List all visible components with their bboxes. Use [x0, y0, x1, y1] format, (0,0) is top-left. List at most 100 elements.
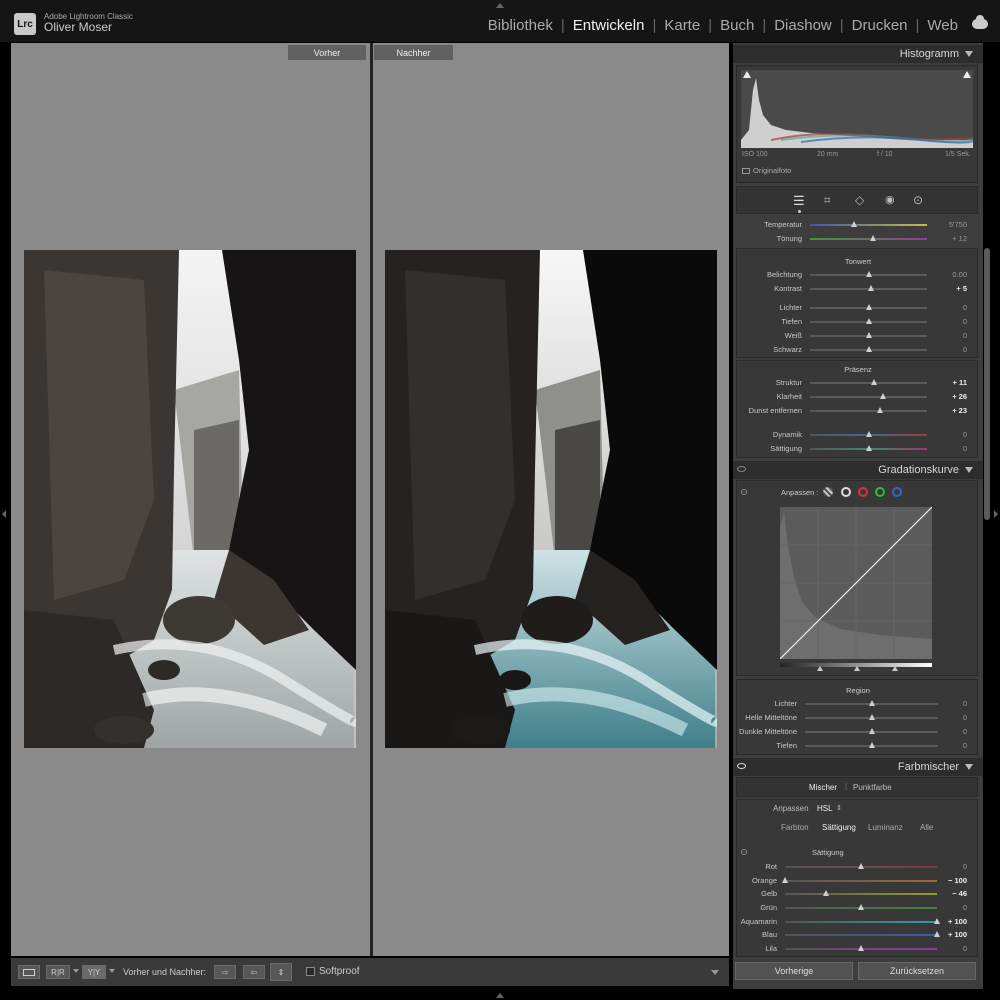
slider-value[interactable]: 0 [937, 444, 967, 453]
slider-thumb[interactable] [871, 379, 878, 385]
slider-value[interactable]: 0 [937, 430, 967, 439]
slider-value[interactable]: 0 [937, 713, 967, 722]
slider-thumb[interactable] [865, 431, 872, 437]
target-adjust-icon[interactable] [741, 489, 747, 495]
red-channel-icon[interactable] [858, 487, 868, 497]
slider-value[interactable]: + 5 [937, 284, 967, 293]
slider-thumb[interactable] [865, 346, 872, 352]
hsl-subtab-3[interactable]: Alle [920, 823, 933, 832]
slider-track[interactable] [810, 410, 927, 412]
panel-scrollbar[interactable] [984, 248, 990, 520]
slider-value[interactable]: 0 [937, 345, 967, 354]
slider-value[interactable]: 0 [937, 903, 967, 912]
chevron-down-icon[interactable] [73, 969, 79, 973]
visibility-eye-icon[interactable] [737, 763, 746, 769]
right-panel-toggle-icon[interactable] [994, 510, 998, 518]
tab-point-color[interactable]: Punktfarbe [853, 783, 892, 792]
slider-thumb[interactable] [868, 742, 875, 748]
original-photo-checkbox[interactable] [742, 168, 750, 174]
bottom-panel-toggle-icon[interactable] [496, 993, 504, 998]
split-handle-icon[interactable] [817, 666, 823, 671]
split-handle-icon[interactable] [892, 666, 898, 671]
reset-button[interactable]: Zurücksetzen [858, 962, 976, 980]
slider-value[interactable]: + 11 [937, 378, 967, 387]
slider-value[interactable]: 0 [937, 944, 967, 953]
view-yy-button[interactable]: Y|Y [82, 965, 106, 979]
slider-value[interactable]: 5'750 [937, 220, 967, 229]
loupe-view-button[interactable] [18, 965, 40, 979]
slider-thumb[interactable] [865, 445, 872, 451]
slider-value[interactable]: + 100 [937, 930, 967, 939]
green-channel-icon[interactable] [875, 487, 885, 497]
hsl-subtab-2[interactable]: Luminanz [868, 823, 903, 832]
histogram-header[interactable]: Histogramm [733, 45, 983, 63]
slider-thumb[interactable] [870, 235, 877, 241]
softproof-checkbox[interactable] [306, 967, 315, 976]
slider-track[interactable] [785, 880, 937, 882]
swap-button[interactable]: ⇕ [270, 963, 292, 981]
target-adjust-icon[interactable] [741, 849, 747, 855]
slider-thumb[interactable] [782, 877, 788, 883]
mixer-header[interactable]: Farbmischer [733, 758, 983, 776]
eye-icon[interactable]: ◉ [885, 193, 895, 206]
slider-value[interactable]: 0 [937, 741, 967, 750]
slider-track[interactable] [810, 396, 927, 398]
parametric-curve-icon[interactable] [823, 487, 833, 497]
split-handle-icon[interactable] [854, 666, 860, 671]
slider-thumb[interactable] [868, 714, 875, 720]
slider-value[interactable]: + 12 [937, 234, 967, 243]
hsl-select[interactable]: HSL [817, 804, 833, 813]
module-0[interactable]: Bibliothek [480, 17, 561, 34]
module-5[interactable]: Drucken [844, 17, 916, 34]
module-6[interactable]: Web [919, 17, 966, 34]
toolbar-menu-chevron-icon[interactable] [711, 970, 719, 975]
slider-value[interactable]: + 23 [937, 406, 967, 415]
slider-thumb[interactable] [858, 945, 864, 951]
module-3[interactable]: Buch [712, 17, 762, 34]
cloud-icon[interactable] [972, 15, 988, 29]
chevron-updown-icon[interactable]: ⇕ [836, 804, 842, 812]
collapse-arrow-icon[interactable] [965, 51, 973, 57]
module-1[interactable]: Entwickeln [565, 17, 653, 34]
previous-button[interactable]: Vorherige [735, 962, 853, 980]
left-panel-toggle-icon[interactable] [2, 510, 6, 518]
slider-value[interactable]: + 100 [937, 917, 967, 926]
slider-track[interactable] [810, 238, 927, 240]
blue-channel-icon[interactable] [892, 487, 902, 497]
module-4[interactable]: Diashow [766, 17, 840, 34]
slider-track[interactable] [785, 893, 937, 895]
slider-thumb[interactable] [865, 332, 872, 338]
slider-thumb[interactable] [865, 318, 872, 324]
slider-thumb[interactable] [877, 407, 884, 413]
tab-mixer[interactable]: Mischer [809, 783, 837, 792]
slider-value[interactable]: 0 [937, 727, 967, 736]
slider-thumb[interactable] [867, 285, 874, 291]
slider-thumb[interactable] [851, 221, 858, 227]
point-curve-icon[interactable] [841, 487, 851, 497]
chevron-down-icon[interactable] [109, 969, 115, 973]
slider-thumb[interactable] [879, 393, 886, 399]
slider-thumb[interactable] [858, 904, 864, 910]
hsl-subtab-0[interactable]: Farbton [781, 823, 809, 832]
slider-value[interactable]: − 46 [937, 889, 967, 898]
view-rr-button[interactable]: R|R [46, 965, 70, 979]
slider-thumb[interactable] [823, 890, 830, 896]
top-panel-toggle-icon[interactable] [496, 3, 504, 8]
slider-thumb[interactable] [858, 863, 864, 869]
copy-after-to-before-button[interactable]: ⇦ [243, 965, 265, 979]
tone-curve-graph[interactable] [780, 507, 932, 659]
slider-value[interactable]: + 26 [937, 392, 967, 401]
slider-track[interactable] [810, 224, 927, 226]
slider-value[interactable]: 0 [937, 303, 967, 312]
sliders-icon[interactable]: ☰ [793, 193, 805, 209]
slider-value[interactable]: 0.00 [937, 270, 967, 279]
copy-before-to-after-button[interactable]: ⇨ [214, 965, 236, 979]
curve-header[interactable]: Gradationskurve [733, 461, 983, 479]
collapse-arrow-icon[interactable] [965, 467, 973, 473]
crop-icon[interactable]: ⌗ [824, 193, 831, 208]
slider-value[interactable]: 0 [937, 862, 967, 871]
slider-thumb[interactable] [868, 728, 875, 734]
slider-track[interactable] [810, 382, 927, 384]
slider-value[interactable]: 0 [937, 317, 967, 326]
visibility-eye-icon[interactable] [737, 466, 746, 472]
